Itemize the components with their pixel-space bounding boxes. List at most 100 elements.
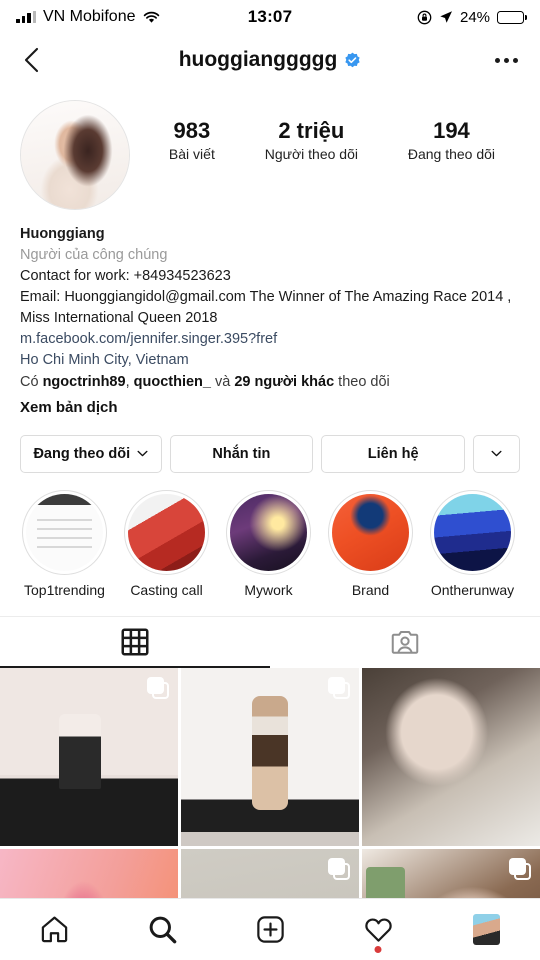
verified-badge-icon (345, 52, 360, 67)
profile-header-section: 983 Bài viết 2 triệu Người theo dõi 194 … (0, 86, 540, 210)
username-label: huoggianggggg (178, 48, 338, 71)
mutual-suffix: theo dõi (334, 374, 390, 391)
message-button[interactable]: Nhắn tin (169, 434, 314, 473)
bio-title-line: Miss International Queen 2018 (20, 310, 218, 327)
nav-add-post-button[interactable] (240, 908, 300, 952)
highlight-cover-image (230, 493, 307, 571)
post-image (362, 667, 540, 846)
highlight-item[interactable]: Top1trending (22, 489, 107, 598)
post-thumbnail[interactable] (0, 667, 178, 846)
back-button[interactable] (22, 45, 52, 75)
contact-button[interactable]: Liên hệ (321, 434, 466, 473)
mutual-user-2[interactable]: quocthien_ (134, 374, 211, 390)
clock-label: 13:07 (247, 7, 293, 26)
bottom-navigation-bar (0, 898, 540, 960)
stat-followers[interactable]: 2 triệu Người theo dõi (265, 118, 358, 162)
status-bar: VN Mobifone 13:07 24% (0, 0, 540, 34)
highlight-item[interactable]: Brand (328, 489, 413, 598)
activity-heart-icon (364, 918, 392, 942)
see-translation-button[interactable]: Xem bản dịch (20, 397, 520, 419)
grid-icon (121, 628, 149, 656)
highlight-item[interactable]: Casting call (124, 489, 209, 598)
nav-header: huoggianggggg (0, 34, 540, 86)
stat-label: Người theo dõi (264, 146, 358, 163)
search-icon (149, 916, 176, 944)
highlight-label: Top1trending (24, 581, 105, 598)
post-thumbnail[interactable] (362, 667, 540, 846)
profile-username-title: huoggianggggg (0, 48, 540, 72)
avatar[interactable] (20, 100, 130, 210)
bio-display-name: Huonggiang (20, 226, 105, 242)
dot (504, 57, 509, 63)
message-label: Nhắn tin (212, 445, 271, 462)
mutual-followers-line[interactable]: Có ngoctrinh89, quocthien_ và 29 người k… (20, 372, 520, 393)
signal-bars-icon (16, 11, 36, 23)
location-arrow-icon (440, 11, 452, 23)
avatar-image (21, 101, 129, 209)
highlight-label: Brand (351, 581, 390, 598)
highlight-ring (22, 489, 107, 575)
multi-front-square (328, 676, 345, 694)
following-label: Đang theo dõi (33, 445, 131, 462)
chevron-down-icon (137, 451, 148, 457)
mutual-others-count[interactable]: 29 người khác (234, 374, 334, 390)
bio-section: Huonggiang Người của công chúng Contact … (0, 210, 540, 419)
stat-label: Bài viết (168, 146, 215, 163)
multi-front-square (509, 857, 526, 875)
status-bar-right: 24% (292, 8, 528, 26)
battery-icon (497, 10, 528, 24)
mutual-middle: và (210, 374, 235, 391)
nav-activity-button[interactable] (348, 908, 408, 953)
home-icon (41, 916, 67, 943)
tab-grid[interactable] (0, 617, 270, 668)
multi-post-icon (147, 676, 169, 699)
highlight-ring (226, 489, 311, 575)
more-options-button[interactable] (495, 57, 518, 63)
following-button[interactable]: Đang theo dõi (20, 434, 162, 473)
highlight-ring (430, 489, 515, 575)
rotation-lock-icon (417, 10, 432, 24)
nav-profile-button[interactable] (456, 908, 516, 952)
multi-post-icon (509, 857, 531, 880)
stat-value: 983 (173, 118, 211, 143)
dot (513, 57, 518, 63)
nav-search-button[interactable] (132, 908, 192, 952)
mutual-separator: , (125, 374, 134, 391)
battery-percent-label: 24% (459, 8, 491, 26)
story-highlights-row: Top1trending Casting call Mywork Brand O… (0, 473, 540, 598)
multi-post-icon (328, 857, 350, 880)
tagged-person-icon (391, 631, 419, 655)
post-thumbnail[interactable] (181, 667, 359, 846)
multi-front-square (328, 857, 345, 875)
multi-post-icon (328, 676, 350, 699)
instagram-profile-screen: VN Mobifone 13:07 24% huoggianggggg 983 … (0, 0, 540, 960)
highlight-item[interactable]: Mywork (226, 489, 311, 598)
carrier-label: VN Mobifone (43, 8, 136, 25)
profile-avatar-icon (472, 914, 500, 945)
highlight-ring (124, 489, 209, 575)
highlight-ring (328, 489, 413, 575)
contact-label: Liên hệ (367, 445, 419, 462)
mutual-user-1[interactable]: ngoctrinh89 (43, 374, 126, 390)
bio-email-line: Email: Huonggiangidol@gmail.com The Winn… (20, 289, 512, 306)
bio-category: Người của công chúng (20, 247, 168, 264)
more-actions-button[interactable] (473, 434, 521, 473)
stat-label: Đang theo dõi (407, 146, 496, 163)
bio-external-link[interactable]: m.facebook.com/jennifer.singer.395?fref (20, 329, 520, 350)
stat-following[interactable]: 194 Đang theo dõi (408, 118, 495, 162)
activity-notification-badge (374, 945, 382, 953)
bio-contact-line: Contact for work: +84934523623 (20, 268, 231, 285)
highlight-item[interactable]: Ontherunway (430, 489, 515, 598)
multi-front-square (147, 676, 164, 694)
back-chevron-icon (24, 47, 39, 73)
nav-home-button[interactable] (24, 908, 84, 952)
stat-value: 194 (433, 118, 470, 143)
bio-location[interactable]: Ho Chi Minh City, Vietnam (20, 350, 520, 371)
action-buttons-row: Đang theo dõi Nhắn tin Liên hệ (0, 419, 540, 473)
stats-row: 983 Bài viết 2 triệu Người theo dõi 194 … (130, 100, 520, 162)
tab-tagged[interactable] (270, 617, 540, 668)
stat-posts[interactable]: 983 Bài viết (169, 118, 215, 162)
chevron-down-icon (491, 451, 502, 457)
dot (495, 57, 500, 63)
wifi-icon (143, 11, 159, 23)
